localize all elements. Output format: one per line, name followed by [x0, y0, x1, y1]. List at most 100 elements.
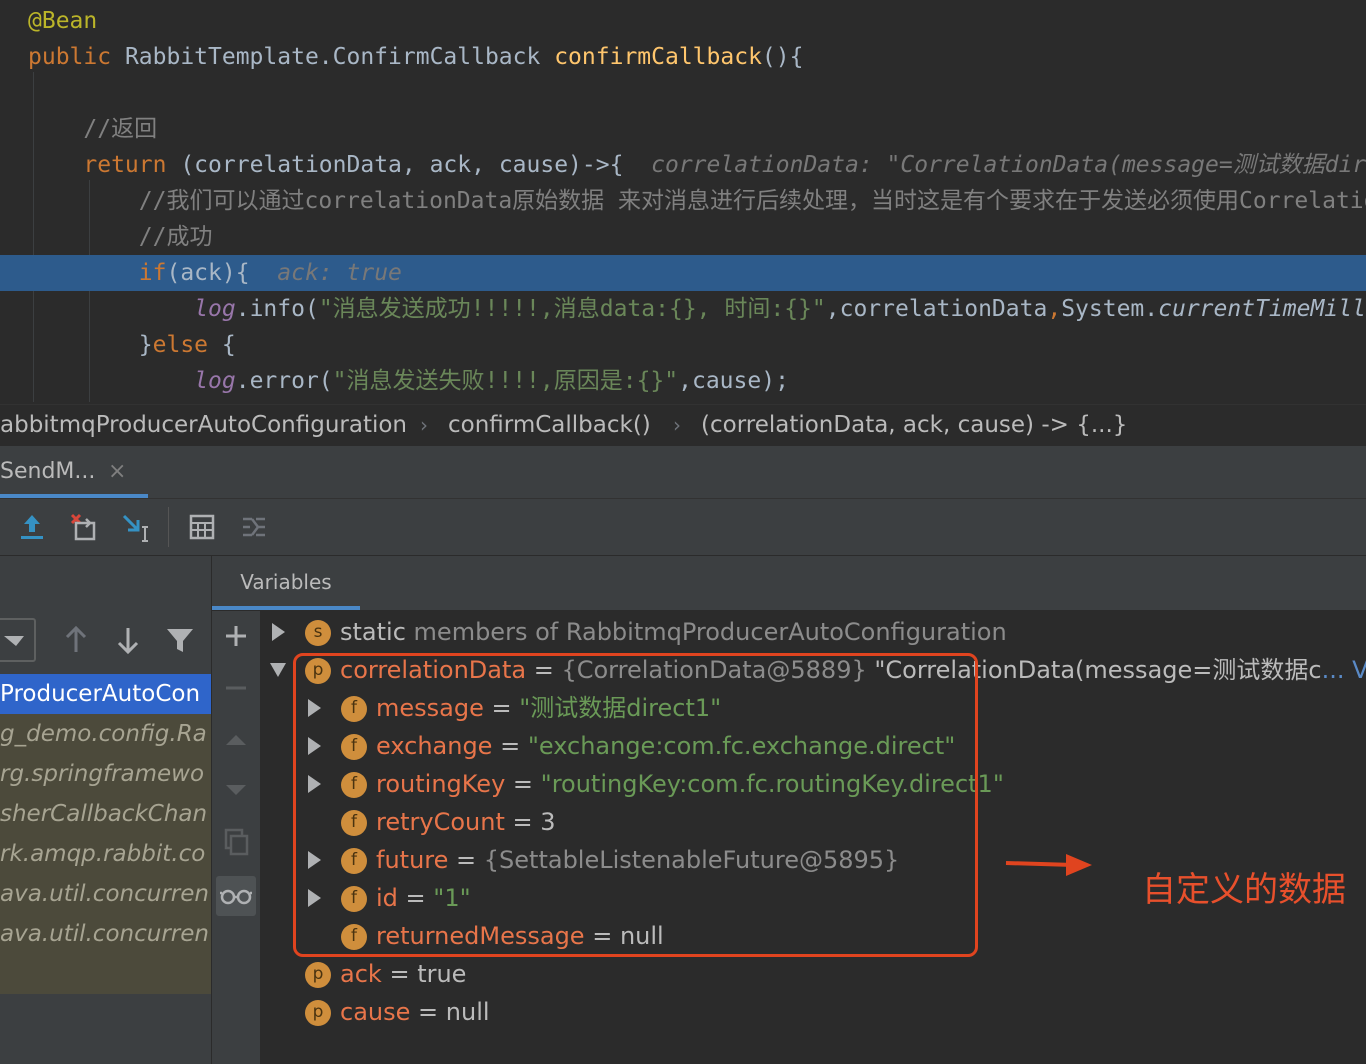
step-out-icon[interactable]: [12, 507, 52, 547]
frame-list: ProducerAutoCon g_demo.config.Ra rg.spri…: [0, 674, 211, 994]
variable-text: ack = true: [340, 955, 466, 993]
code-token: //返回: [28, 116, 158, 142]
code-token: ,cause);: [678, 368, 789, 394]
close-icon[interactable]: ×: [108, 446, 126, 498]
frame-item[interactable]: ava.util.concurren: [0, 914, 211, 954]
evaluate-expression-icon[interactable]: [182, 507, 222, 547]
tab-variables[interactable]: Variables: [212, 556, 360, 610]
code-token: confirmCallback: [554, 44, 762, 70]
code-token: if: [28, 260, 167, 286]
breadcrumb-method[interactable]: confirmCallback(): [448, 405, 651, 445]
add-watch-icon[interactable]: [216, 616, 256, 656]
debug-toolbar: [0, 499, 1366, 556]
code-token: return: [28, 152, 181, 178]
variable-row[interactable]: s static members of RabbitmqProducerAutoC…: [261, 613, 1366, 651]
code-token: ,: [1047, 296, 1062, 322]
debug-tab-bar: SendM... ×: [0, 446, 1366, 499]
breadcrumb-class[interactable]: abbitmqProducerAutoConfiguration: [0, 405, 407, 445]
arrow-up-icon[interactable]: [58, 622, 94, 658]
variable-row[interactable]: p cause = null: [261, 993, 1366, 1031]
annotation-highlight-box: [293, 653, 978, 957]
variable-kind-badge: p: [305, 1000, 331, 1026]
watches-glasses-icon[interactable]: [216, 876, 256, 916]
frame-item[interactable]: rg.springframewo: [0, 754, 211, 794]
code-line[interactable]: [0, 75, 1366, 111]
code-line[interactable]: @Bean: [0, 3, 1366, 39]
code-token: (ack){: [166, 260, 278, 286]
frame-item[interactable]: ava.util.concurren: [0, 874, 211, 914]
code-token: correlationData: "CorrelationData(messag…: [651, 152, 1366, 178]
variable-text: cause = null: [340, 993, 490, 1031]
code-token: ack: true: [277, 260, 402, 286]
variable-value: null: [445, 998, 490, 1026]
breadcrumb-separator: ›: [420, 413, 428, 437]
frame-item[interactable]: sherCallbackChan: [0, 794, 211, 834]
breadcrumb-lambda[interactable]: (correlationData, ack, cause) -> {...}: [701, 405, 1127, 445]
breadcrumb-separator: ›: [673, 413, 681, 437]
copy-icon[interactable]: [216, 822, 256, 862]
code-token: //我们可以通过correlationData原始数据 来对消息进行后续处理，当…: [28, 188, 1366, 214]
frames-pane: ProducerAutoCon g_demo.config.Ra rg.spri…: [0, 556, 212, 1064]
trace-stream-icon[interactable]: [234, 507, 274, 547]
code-token: RabbitTemplate.ConfirmCallback: [124, 44, 555, 70]
code-line[interactable]: //我们可以通过correlationData原始数据 来对消息进行后续处理，当…: [0, 183, 1366, 219]
code-line[interactable]: //返回: [0, 111, 1366, 147]
frames-header: [0, 556, 211, 670]
code-token: log: [194, 368, 236, 394]
code-line[interactable]: log.info("消息发送成功!!!!!,消息data:{}, 时间:{}",…: [0, 291, 1366, 327]
arrow-down-icon[interactable]: [110, 622, 146, 658]
variable-name: cause: [340, 998, 411, 1026]
code-token: @Bean: [28, 8, 98, 34]
annotation-arrow-icon: [1005, 854, 1092, 876]
code-line[interactable]: public RabbitTemplate.ConfirmCallback co…: [0, 39, 1366, 75]
variable-row[interactable]: p ack = true: [261, 955, 1366, 993]
expanded-arrow-icon[interactable]: [269, 651, 287, 689]
move-down-icon[interactable]: [216, 770, 256, 810]
variable-kind-badge: s: [305, 620, 331, 646]
code-token: .info(: [235, 296, 319, 322]
annotation-label: 自定义的数据: [1142, 870, 1346, 910]
variable-equals: =: [381, 960, 418, 988]
code-token: (){: [761, 44, 804, 70]
code-token: }: [28, 332, 153, 358]
debug-tab-label: SendM...: [0, 459, 96, 484]
frame-item[interactable]: ProducerAutoCon: [0, 674, 211, 714]
code-token: "消息发送成功!!!!!,消息data:{}, 时间:{}": [318, 296, 826, 322]
code-token: System.: [1061, 296, 1159, 322]
breadcrumb: abbitmqProducerAutoConfiguration › confi…: [0, 404, 1366, 447]
code-token: public: [28, 44, 125, 70]
code-line[interactable]: if(ack){ ack: true: [0, 255, 1366, 291]
code-editor[interactable]: @Bean public RabbitTemplate.ConfirmCallba…: [0, 0, 1366, 404]
variable-value: true: [417, 960, 467, 988]
variable-equals: =: [410, 998, 446, 1026]
move-up-icon[interactable]: [216, 720, 256, 760]
frame-item[interactable]: g_demo.config.Ra: [0, 714, 211, 754]
filter-icon[interactable]: [162, 622, 198, 658]
code-line[interactable]: log.error("消息发送失败!!!!,原因是:{}",cause);: [0, 363, 1366, 399]
variables-side-toolbar: [212, 556, 261, 1064]
code-token: else: [152, 332, 222, 358]
code-line[interactable]: }else {: [0, 327, 1366, 363]
code-token: currentTimeMillis: [1158, 296, 1366, 322]
collapsed-arrow-icon[interactable]: [269, 613, 287, 651]
code-token: (correlationData, ack, cause)->{: [180, 152, 652, 178]
variable-name: static: [340, 618, 406, 646]
view-value-link: ... V: [1321, 656, 1366, 684]
code-token: .error(: [235, 368, 333, 394]
frame-item[interactable]: rk.amqp.rabbit.co: [0, 834, 211, 874]
remove-watch-icon[interactable]: [216, 668, 256, 708]
code-token: ,correlationData: [825, 296, 1048, 322]
drop-frame-icon[interactable]: [64, 507, 104, 547]
variable-kind-badge: p: [305, 962, 331, 988]
code-token: {: [221, 332, 236, 358]
run-to-cursor-icon[interactable]: [116, 507, 156, 547]
debug-session-tab[interactable]: SendM... ×: [0, 446, 148, 498]
thread-selector[interactable]: [0, 618, 36, 662]
code-token: "消息发送失败!!!!,原因是:{}": [332, 368, 679, 394]
variable-name: ack: [340, 960, 382, 988]
code-line[interactable]: return (correlationData, ack, cause)->{ …: [0, 147, 1366, 183]
code-line[interactable]: //成功: [0, 219, 1366, 255]
